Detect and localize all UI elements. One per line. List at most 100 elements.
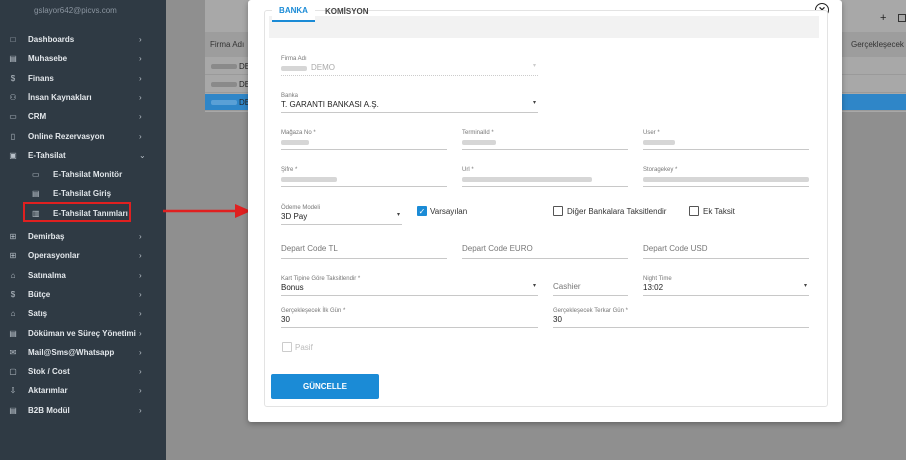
sidebar-item-b-t-e[interactable]: $ Bütçe › [0, 285, 166, 304]
sidebar-item-dashboards[interactable]: □ Dashboards › [0, 30, 166, 49]
magaza-no-field[interactable]: Mağaza No * [281, 130, 447, 150]
sidebar-item-b2b-mod-l-label: B2B Modül [28, 405, 70, 415]
sidebar-item-b2b-mod-l-icon: ▤ [9, 405, 17, 415]
sidebar-item-mail-sms-whatsapp-icon: ✉ [9, 347, 17, 357]
diger-bankalara-label: Diğer Bankalara Taksitlendir [567, 207, 667, 216]
ilk-gun-field[interactable]: Gerçekleşecek İlk Gün * 30 [281, 308, 538, 328]
pasif-checkbox [282, 342, 292, 352]
depart-code-euro-field[interactable]: Depart Code EURO [462, 239, 628, 259]
firma-select: Firma Adı DEMO ▾ [281, 56, 538, 76]
sidebar-item-e-tahsilat[interactable]: ▣ E-Tahsilat ⌄ [0, 146, 166, 165]
sidebar-subitem-e-tahsilat-monit-r[interactable]: ▭ E-Tahsilat Monitör [0, 165, 166, 184]
sidebar-item-sat[interactable]: ⌂ Satış › [0, 304, 166, 323]
sidebar-item-dashboards-label: Dashboards [28, 35, 75, 44]
tab-banka[interactable]: BANKA [272, 0, 315, 22]
sidebar-item-aktar-mlar-label: Aktarımlar [28, 386, 68, 396]
chevron-right-icon: › [139, 92, 142, 102]
sidebar-item-finans[interactable]: $ Finans › [0, 69, 166, 88]
night-time-select[interactable]: Night Time 13:02 ▾ [643, 276, 809, 296]
sidebar-item-finans-icon: $ [10, 73, 16, 83]
user-field[interactable]: User * [643, 130, 809, 150]
depart-code-tl-field[interactable]: Depart Code TL [281, 239, 447, 259]
sidebar-item-muhasebe-icon: ▤ [9, 54, 17, 64]
terkar-gun-field[interactable]: Gerçekleşecek Terkar Gün * 30 [553, 308, 809, 328]
sidebar-item-e-tahsilat-icon: ▣ [9, 150, 17, 160]
column-firma-adi: Firma Adı [210, 40, 245, 49]
diger-bankalara-checkbox[interactable] [553, 206, 563, 216]
sidebar-item-demirba[interactable]: ⊞ Demirbaş › [0, 227, 166, 246]
sidebar-subitem-e-tahsilat-giri-label: E-Tahsilat Giriş [53, 189, 112, 199]
storagekey-field[interactable]: Storagekey * [643, 167, 809, 187]
chevron-right-icon: › [139, 131, 142, 141]
varsayilan-label: Varsayılan [430, 207, 468, 216]
pasif-label: Pasif [295, 343, 313, 352]
depart-code-usd-field[interactable]: Depart Code USD [643, 239, 809, 259]
odeme-modeli-select[interactable]: Ödeme Modeli 3D Pay ▾ [281, 205, 402, 225]
sidebar-item-online-rezervasyon-label: Online Rezervasyon [28, 131, 105, 141]
user-email: gslayor642@picvs.com [34, 6, 117, 15]
layout-icon[interactable] [898, 14, 906, 22]
sidebar-item-sat-nalma-label: Satınalma [28, 270, 66, 280]
chevron-right-icon: › [139, 347, 142, 357]
banka-select[interactable]: Banka T. GARANTI BANKASI A.Ş. ▾ [281, 93, 538, 113]
sidebar-item-operasyonlar-label: Operasyonlar [28, 251, 80, 261]
cashier-field[interactable]: Cashier [553, 276, 628, 296]
chevron-right-icon: › [139, 289, 142, 299]
sidebar-item-stok-cost-icon: ▢ [9, 367, 17, 377]
chevron-right-icon: › [139, 112, 142, 122]
sidebar-item-operasyonlar[interactable]: ⊞ Operasyonlar › [0, 246, 166, 265]
sidebar-item-b-t-e-icon: $ [10, 289, 16, 299]
chevron-right-icon: › [139, 367, 142, 377]
guncelle-button[interactable]: GÜNCELLE [271, 374, 379, 399]
chevron-right-icon: › [139, 54, 142, 64]
sidebar-item-i-nsan-kaynaklar-label: İnsan Kaynakları [28, 92, 92, 102]
sifre-field[interactable]: Şifre * [281, 167, 447, 187]
sidebar-item-online-rezervasyon[interactable]: ▯ Online Rezervasyon › [0, 127, 166, 146]
sidebar-item-finans-label: Finans [28, 73, 54, 83]
sidebar-item-d-k-man-ve-s-re-y-netimi-icon: ▤ [9, 328, 17, 338]
sidebar-item-mail-sms-whatsapp[interactable]: ✉ Mail@Sms@Whatsapp › [0, 343, 166, 362]
chevron-right-icon: › [139, 270, 142, 280]
column-gerceklesecek: Gerçekleşecek [851, 40, 904, 49]
sidebar-subitem-e-tahsilat-giri[interactable]: ▤ E-Tahsilat Giriş [0, 184, 166, 203]
ek-taksit-checkbox[interactable] [689, 206, 699, 216]
ek-taksit-label: Ek Taksit [703, 207, 735, 216]
sidebar-item-muhasebe-label: Muhasebe [28, 54, 68, 64]
terminal-id-field[interactable]: TerminalId * [462, 130, 628, 150]
sidebar-item-operasyonlar-icon: ⊞ [9, 251, 17, 261]
sidebar-subitem-e-tahsilat-monit-r-label: E-Tahsilat Monitör [53, 170, 123, 180]
chevron-right-icon: › [139, 251, 142, 261]
chevron-right-icon: › [139, 309, 142, 319]
chevron-right-icon: › [139, 405, 142, 415]
sidebar-item-stok-cost-label: Stok / Cost [28, 367, 70, 377]
sidebar-item-dashboards-icon: □ [10, 35, 16, 44]
pointer-arrow-icon [163, 204, 251, 218]
chevron-right-icon: › [139, 386, 142, 396]
sidebar-item-d-k-man-ve-s-re-y-netimi-label: Döküman ve Süreç Yönetimi [28, 328, 136, 338]
chevron-right-icon: ⌄ [139, 150, 146, 160]
sidebar-item-sat-nalma[interactable]: ⌂ Satınalma › [0, 266, 166, 285]
chevron-down-icon: ▾ [532, 100, 536, 106]
kart-tipi-select[interactable]: Kart Tipine Göre Taksitlendir * Bonus ▾ [281, 276, 538, 296]
add-icon[interactable]: + [880, 12, 886, 24]
sidebar-item-mail-sms-whatsapp-label: Mail@Sms@Whatsapp [28, 347, 115, 357]
sidebar-item-crm[interactable]: ▭ CRM › [0, 107, 166, 126]
sidebar-item-demirba-icon: ⊞ [9, 232, 17, 241]
tab-komisyon[interactable]: KOMİSYON [325, 0, 369, 22]
url-field[interactable]: Url * [462, 167, 628, 187]
sidebar-item-stok-cost[interactable]: ▢ Stok / Cost › [0, 362, 166, 381]
varsayilan-checkbox[interactable]: ✓ [417, 206, 427, 216]
banka-value: T. GARANTI BANKASI A.Ş. [281, 100, 379, 109]
sidebar-item-crm-icon: ▭ [9, 112, 17, 122]
sidebar-item-i-nsan-kaynaklar[interactable]: ⚇ İnsan Kaynakları › [0, 88, 166, 107]
sidebar-item-online-rezervasyon-icon: ▯ [10, 131, 16, 141]
chevron-down-icon: ▾ [532, 283, 536, 289]
sidebar-item-crm-label: CRM [28, 112, 47, 122]
sidebar-item-b2b-mod-l[interactable]: ▤ B2B Modül › [0, 401, 166, 420]
sidebar-item-aktar-mlar[interactable]: ⇩ Aktarımlar › [0, 381, 166, 400]
chevron-right-icon: › [139, 328, 142, 338]
sidebar-item-muhasebe[interactable]: ▤ Muhasebe › [0, 49, 166, 68]
chevron-right-icon: › [139, 232, 142, 241]
chevron-right-icon: › [139, 73, 142, 83]
sidebar-item-d-k-man-ve-s-re-y-netimi[interactable]: ▤ Döküman ve Süreç Yönetimi › [0, 324, 166, 343]
